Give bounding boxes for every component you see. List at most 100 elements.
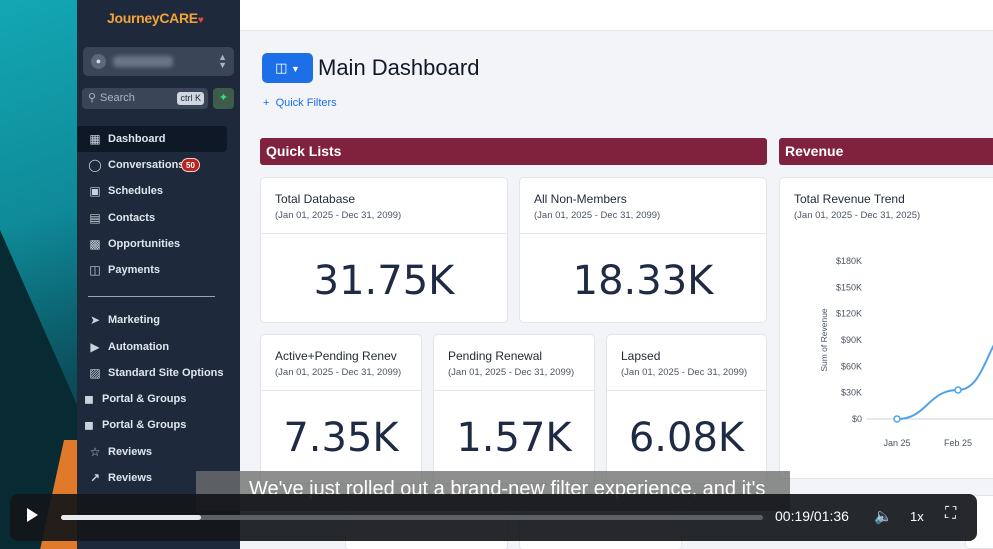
- y-tick-label: $0: [852, 414, 862, 424]
- y-tick-label: $120K: [836, 309, 862, 319]
- search-icon: ⚲: [88, 92, 97, 104]
- site-icon: ▨: [89, 366, 101, 380]
- section-title: Quick Lists: [266, 143, 342, 159]
- card-date-range: (Jan 01, 2025 - Dec 31, 2099): [275, 210, 402, 221]
- sidebar-item-schedules[interactable]: ▣ Schedules: [77, 178, 227, 204]
- sidebar-item-label: Conversations: [108, 159, 185, 171]
- layout-icon: ◫: [275, 60, 288, 75]
- card-title: Active+Pending Renev: [275, 349, 397, 363]
- stat-card-active-pending-renewal[interactable]: Active+Pending Renev (Jan 01, 2025 - Dec…: [260, 334, 422, 484]
- sidebar-item-marketing[interactable]: ➤ Marketing: [77, 307, 227, 333]
- card-value: 18.33K: [572, 258, 714, 304]
- account-switcher[interactable]: ● ▲ ▼: [83, 47, 234, 76]
- sidebar-item-label: Contacts: [108, 212, 156, 224]
- payments-icon: ◫: [89, 263, 101, 277]
- card-title: Total Revenue Trend: [794, 192, 905, 206]
- page-title: Main Dashboard: [318, 55, 480, 80]
- section-title: Revenue: [785, 143, 844, 159]
- brand-logo[interactable]: JourneyCARE♥: [107, 10, 204, 26]
- calendar-icon: ▣: [89, 184, 101, 198]
- y-tick-label: $180K: [836, 256, 862, 266]
- card-value: 7.35K: [283, 415, 399, 461]
- fullscreen-icon[interactable]: ⛶: [945, 505, 956, 523]
- y-tick-label: $150K: [836, 282, 862, 292]
- sidebar-item-payments[interactable]: ◫ Payments: [77, 257, 227, 283]
- dashboard-switcher-button[interactable]: ◫ ▼: [262, 53, 313, 83]
- sidebar-item-portal-groups[interactable]: ◼ Portal & Groups: [77, 386, 227, 412]
- sidebar-item-portal-groups-2[interactable]: ◼ Portal & Groups: [77, 412, 227, 438]
- sidebar-item-reviews[interactable]: ☆ Reviews: [77, 439, 227, 465]
- sidebar-item-standard-site-options[interactable]: ▨ Standard Site Options: [77, 360, 227, 386]
- sidebar-item-label: Marketing: [108, 314, 160, 326]
- sidebar-item-label: Payments: [108, 264, 160, 276]
- sidebar-item-conversations[interactable]: ◯ Conversations 50: [77, 152, 227, 178]
- sidebar-item-automation[interactable]: ▶ Automation: [77, 334, 227, 360]
- video-progress-fill: [61, 515, 202, 520]
- sidebar-item-opportunities[interactable]: ▩ Opportunities: [77, 231, 227, 257]
- card-title: Pending Renewal: [448, 349, 543, 363]
- card-date-range: (Jan 01, 2025 - Dec 31, 2099): [621, 367, 748, 378]
- card-title: Total Database: [275, 192, 356, 206]
- stat-card-all-non-members[interactable]: All Non-Members (Jan 01, 2025 - Dec 31, …: [519, 177, 767, 323]
- card-title: All Non-Members: [534, 192, 627, 206]
- lock-icon: ◼: [84, 418, 94, 432]
- card-divider: [434, 390, 594, 391]
- sidebar-item-label: Reviews: [108, 446, 153, 458]
- sidebar: JourneyCARE♥ ● ▲ ▼ ⚲ Search ctrl K ✦ ▦ Da…: [77, 0, 240, 549]
- card-date-range: (Jan 01, 2025 - Dec 31, 2025): [794, 210, 921, 221]
- background-art: [0, 0, 80, 549]
- play-icon[interactable]: [27, 508, 38, 522]
- stat-card-total-database[interactable]: Total Database (Jan 01, 2025 - Dec 31, 2…: [260, 177, 508, 323]
- sidebar-item-contacts[interactable]: ▤ Contacts: [77, 205, 227, 231]
- lock-icon: ◼: [84, 392, 94, 406]
- quick-action-bolt-icon[interactable]: ✦: [213, 88, 234, 109]
- revenue-line-chart[interactable]: $0 $30K $60K $90K $120K $150K $180K Sum of Reve…: [780, 238, 993, 478]
- trend-icon: ↗: [89, 471, 101, 485]
- user-icon: ●: [91, 54, 106, 69]
- card-divider: [520, 233, 766, 234]
- card-title: Lapsed: [621, 349, 661, 363]
- section-revenue: Revenue: [779, 138, 993, 165]
- sidebar-item-label: Opportunities: [108, 238, 181, 250]
- revenue-trend-card[interactable]: Total Revenue Trend (Jan 01, 2025 - Dec …: [779, 177, 993, 479]
- chevron-updown-icon: ▲ ▼: [218, 52, 227, 70]
- card-date-range: (Jan 01, 2025 - Dec 31, 2099): [448, 367, 575, 378]
- stat-card-lapsed[interactable]: Lapsed (Jan 01, 2025 - Dec 31, 2099) 6.0…: [606, 334, 767, 484]
- video-progress-bar[interactable]: [61, 515, 763, 520]
- sidebar-item-label: Reviews: [108, 472, 153, 484]
- x-tick-label: Jan 25: [883, 438, 910, 448]
- quick-filters-link[interactable]: + Quick Filters: [263, 97, 337, 109]
- chat-icon: ◯: [88, 158, 102, 172]
- sidebar-item-label: Dashboard: [108, 133, 166, 145]
- contacts-icon: ▤: [89, 211, 101, 225]
- video-time: 00:19/01:36: [775, 508, 849, 524]
- section-quick-lists: Quick Lists: [260, 138, 767, 165]
- unread-badge: 50: [181, 158, 200, 172]
- video-player-controls: 00:19/01:36 🔈 1x ⛶: [10, 494, 977, 541]
- grid-icon: ▦: [89, 132, 101, 146]
- card-value: 1.57K: [456, 415, 572, 461]
- playback-speed-button[interactable]: 1x: [910, 509, 924, 524]
- sidebar-divider: [88, 296, 215, 297]
- sidebar-item-label: Standard Site Options: [108, 367, 224, 379]
- card-date-range: (Jan 01, 2025 - Dec 31, 2099): [534, 210, 661, 221]
- card-value: 6.08K: [628, 415, 745, 461]
- card-divider: [261, 233, 507, 234]
- card-divider: [261, 390, 421, 391]
- automation-icon: ▶: [90, 340, 100, 354]
- y-tick-label: $30K: [841, 388, 862, 398]
- revenue-series-line: [896, 344, 993, 420]
- stat-card-pending-renewal[interactable]: Pending Renewal (Jan 01, 2025 - Dec 31, …: [433, 334, 595, 484]
- sidebar-item-label: Portal & Groups: [102, 419, 187, 431]
- plus-icon: +: [263, 97, 270, 109]
- revenue-point: [893, 415, 901, 423]
- send-icon: ➤: [89, 313, 101, 327]
- card-divider: [607, 390, 766, 391]
- card-date-range: (Jan 01, 2025 - Dec 31, 2099): [275, 367, 402, 378]
- search-input[interactable]: ⚲ Search ctrl K: [82, 88, 208, 109]
- chevron-down-icon: ▼: [291, 64, 300, 74]
- volume-icon[interactable]: 🔈: [874, 507, 893, 525]
- sidebar-item-dashboard[interactable]: ▦ Dashboard: [77, 126, 227, 152]
- pipeline-icon: ▩: [89, 237, 101, 251]
- y-tick-label: $60K: [841, 361, 862, 371]
